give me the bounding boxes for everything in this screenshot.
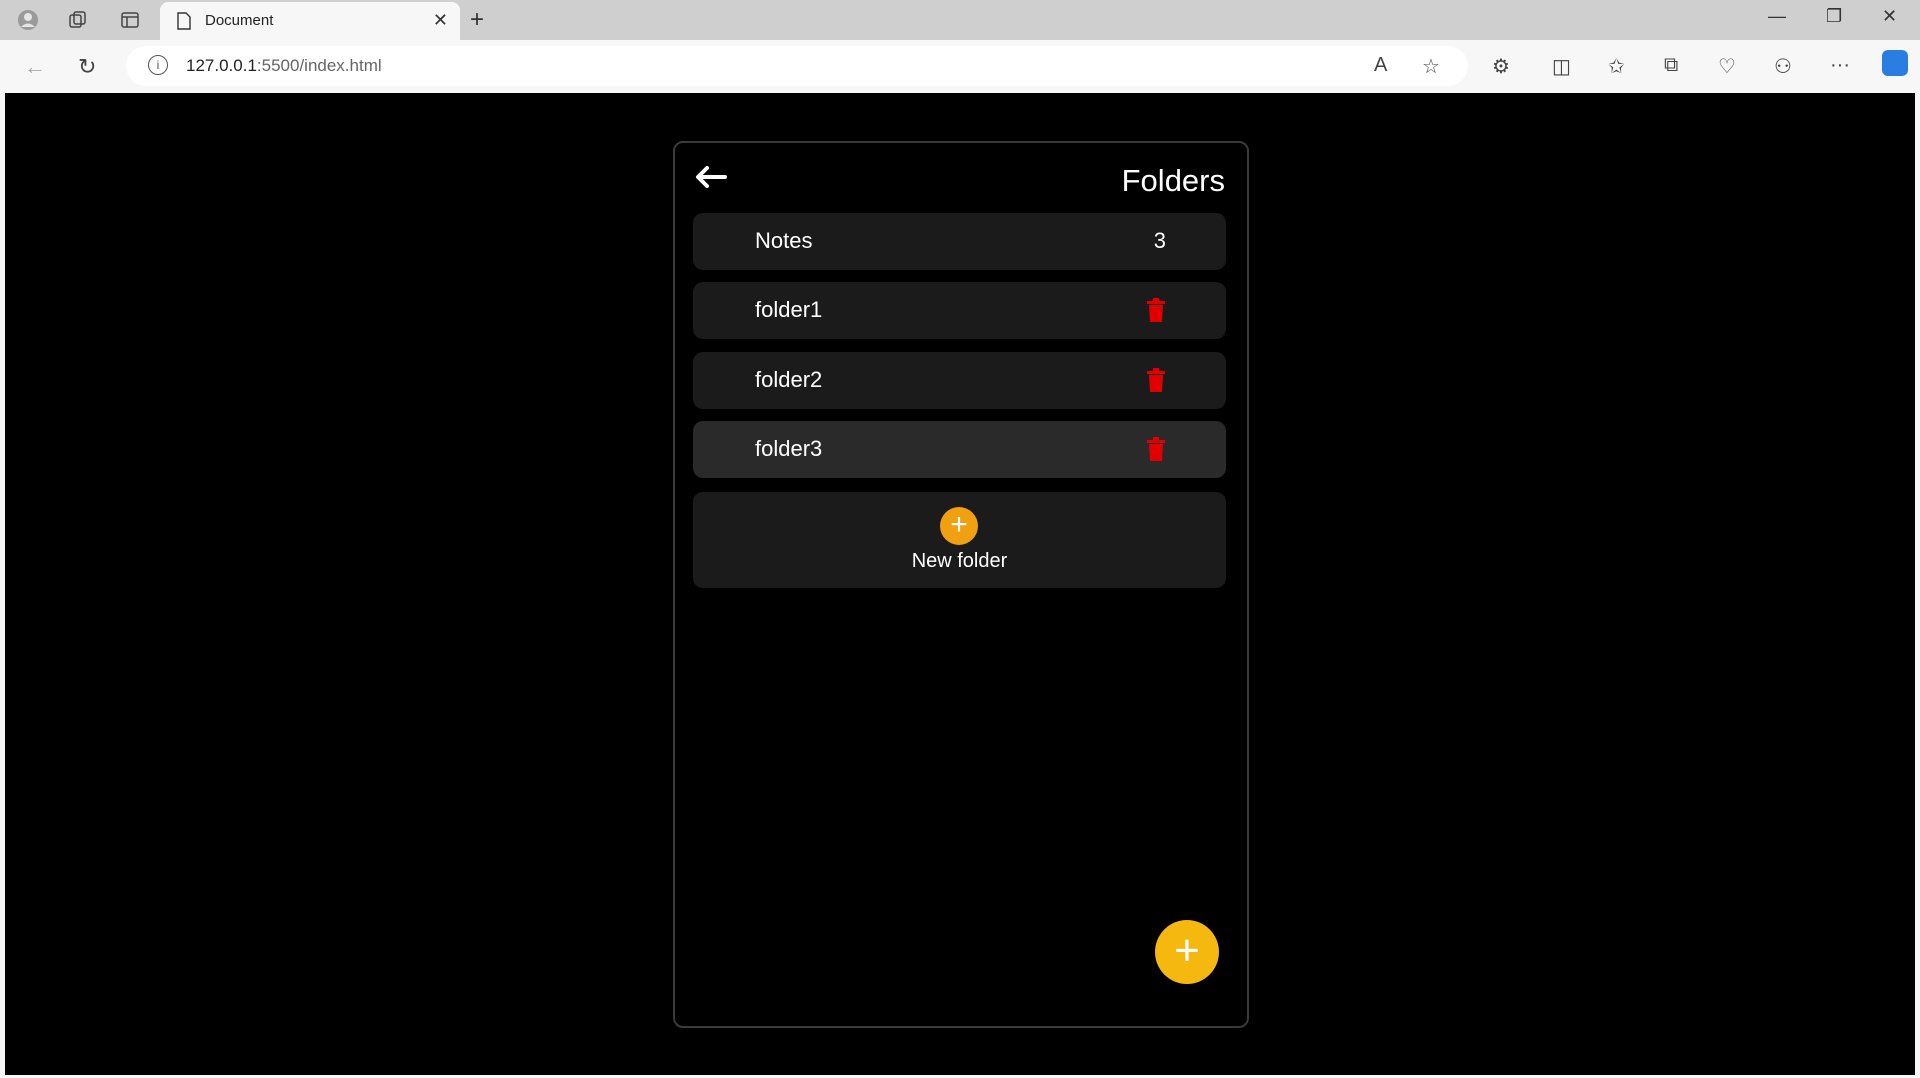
restore-icon[interactable]: ❐: [1826, 6, 1842, 27]
browser-essentials-icon[interactable]: ♡: [1718, 54, 1736, 79]
collections-icon[interactable]: ⧉: [1664, 54, 1678, 77]
add-fab-button[interactable]: +: [1155, 920, 1219, 984]
folder-label: folder2: [755, 367, 823, 392]
plus-icon: +: [940, 507, 978, 545]
page-title: Folders: [1121, 163, 1225, 198]
tab-document[interactable]: Document ✕: [160, 2, 460, 40]
page-viewport: Folders Notes 3 folder1 folder2 folder3 …: [5, 93, 1915, 1075]
close-tab-icon[interactable]: ✕: [433, 10, 448, 31]
trash-icon[interactable]: [1146, 298, 1166, 322]
url-text[interactable]: 127.0.0.1:5500/index.html: [186, 56, 382, 76]
back-arrow-icon[interactable]: [693, 163, 729, 191]
address-toolbar: ← ↻ i 127.0.0.1:5500/index.html A ☆ ⚙ ◫ …: [0, 40, 1920, 92]
profile-icon[interactable]: [16, 8, 40, 32]
tab-actions-icon[interactable]: [118, 8, 142, 32]
note-count: 3: [1153, 228, 1166, 253]
split-screen-icon[interactable]: ◫: [1552, 54, 1571, 79]
tab-title: Document: [205, 12, 274, 29]
more-menu-icon[interactable]: ···: [1830, 54, 1850, 77]
new-tab-icon[interactable]: +: [470, 6, 484, 34]
copilot-icon[interactable]: [1882, 50, 1908, 76]
trash-icon[interactable]: [1146, 368, 1166, 392]
address-bar[interactable]: i 127.0.0.1:5500/index.html A ☆: [126, 46, 1468, 86]
browser-tab-bar: Document ✕ + — ❐ ✕: [0, 0, 1920, 40]
new-folder-label: New folder: [911, 550, 1008, 572]
folder-row[interactable]: folder2: [693, 352, 1226, 409]
folder-row[interactable]: folder1: [693, 282, 1226, 339]
extensions-icon[interactable]: ⚙: [1492, 54, 1510, 79]
folder-row[interactable]: folder3: [693, 421, 1226, 478]
read-aloud-icon[interactable]: A: [1374, 54, 1387, 77]
new-folder-button[interactable]: + New folder: [693, 492, 1226, 588]
folder-row-notes[interactable]: Notes 3: [693, 213, 1226, 270]
folder-label: folder1: [755, 297, 823, 322]
minimize-icon[interactable]: —: [1768, 6, 1786, 27]
folder-label: Notes: [755, 228, 813, 253]
window-close-icon[interactable]: ✕: [1882, 6, 1897, 27]
app-frame: Folders Notes 3 folder1 folder2 folder3 …: [673, 141, 1249, 1028]
folder-label: folder3: [755, 436, 823, 461]
share-icon[interactable]: ⚇: [1774, 54, 1792, 79]
favorite-star-icon[interactable]: ☆: [1422, 54, 1440, 79]
favorites-icon[interactable]: ✩: [1608, 54, 1625, 79]
site-info-icon[interactable]: i: [148, 55, 168, 75]
page-icon: [177, 12, 191, 30]
workspaces-icon[interactable]: [66, 8, 90, 32]
trash-icon[interactable]: [1146, 437, 1166, 461]
back-icon[interactable]: ←: [24, 54, 46, 80]
refresh-icon[interactable]: ↻: [78, 54, 96, 80]
